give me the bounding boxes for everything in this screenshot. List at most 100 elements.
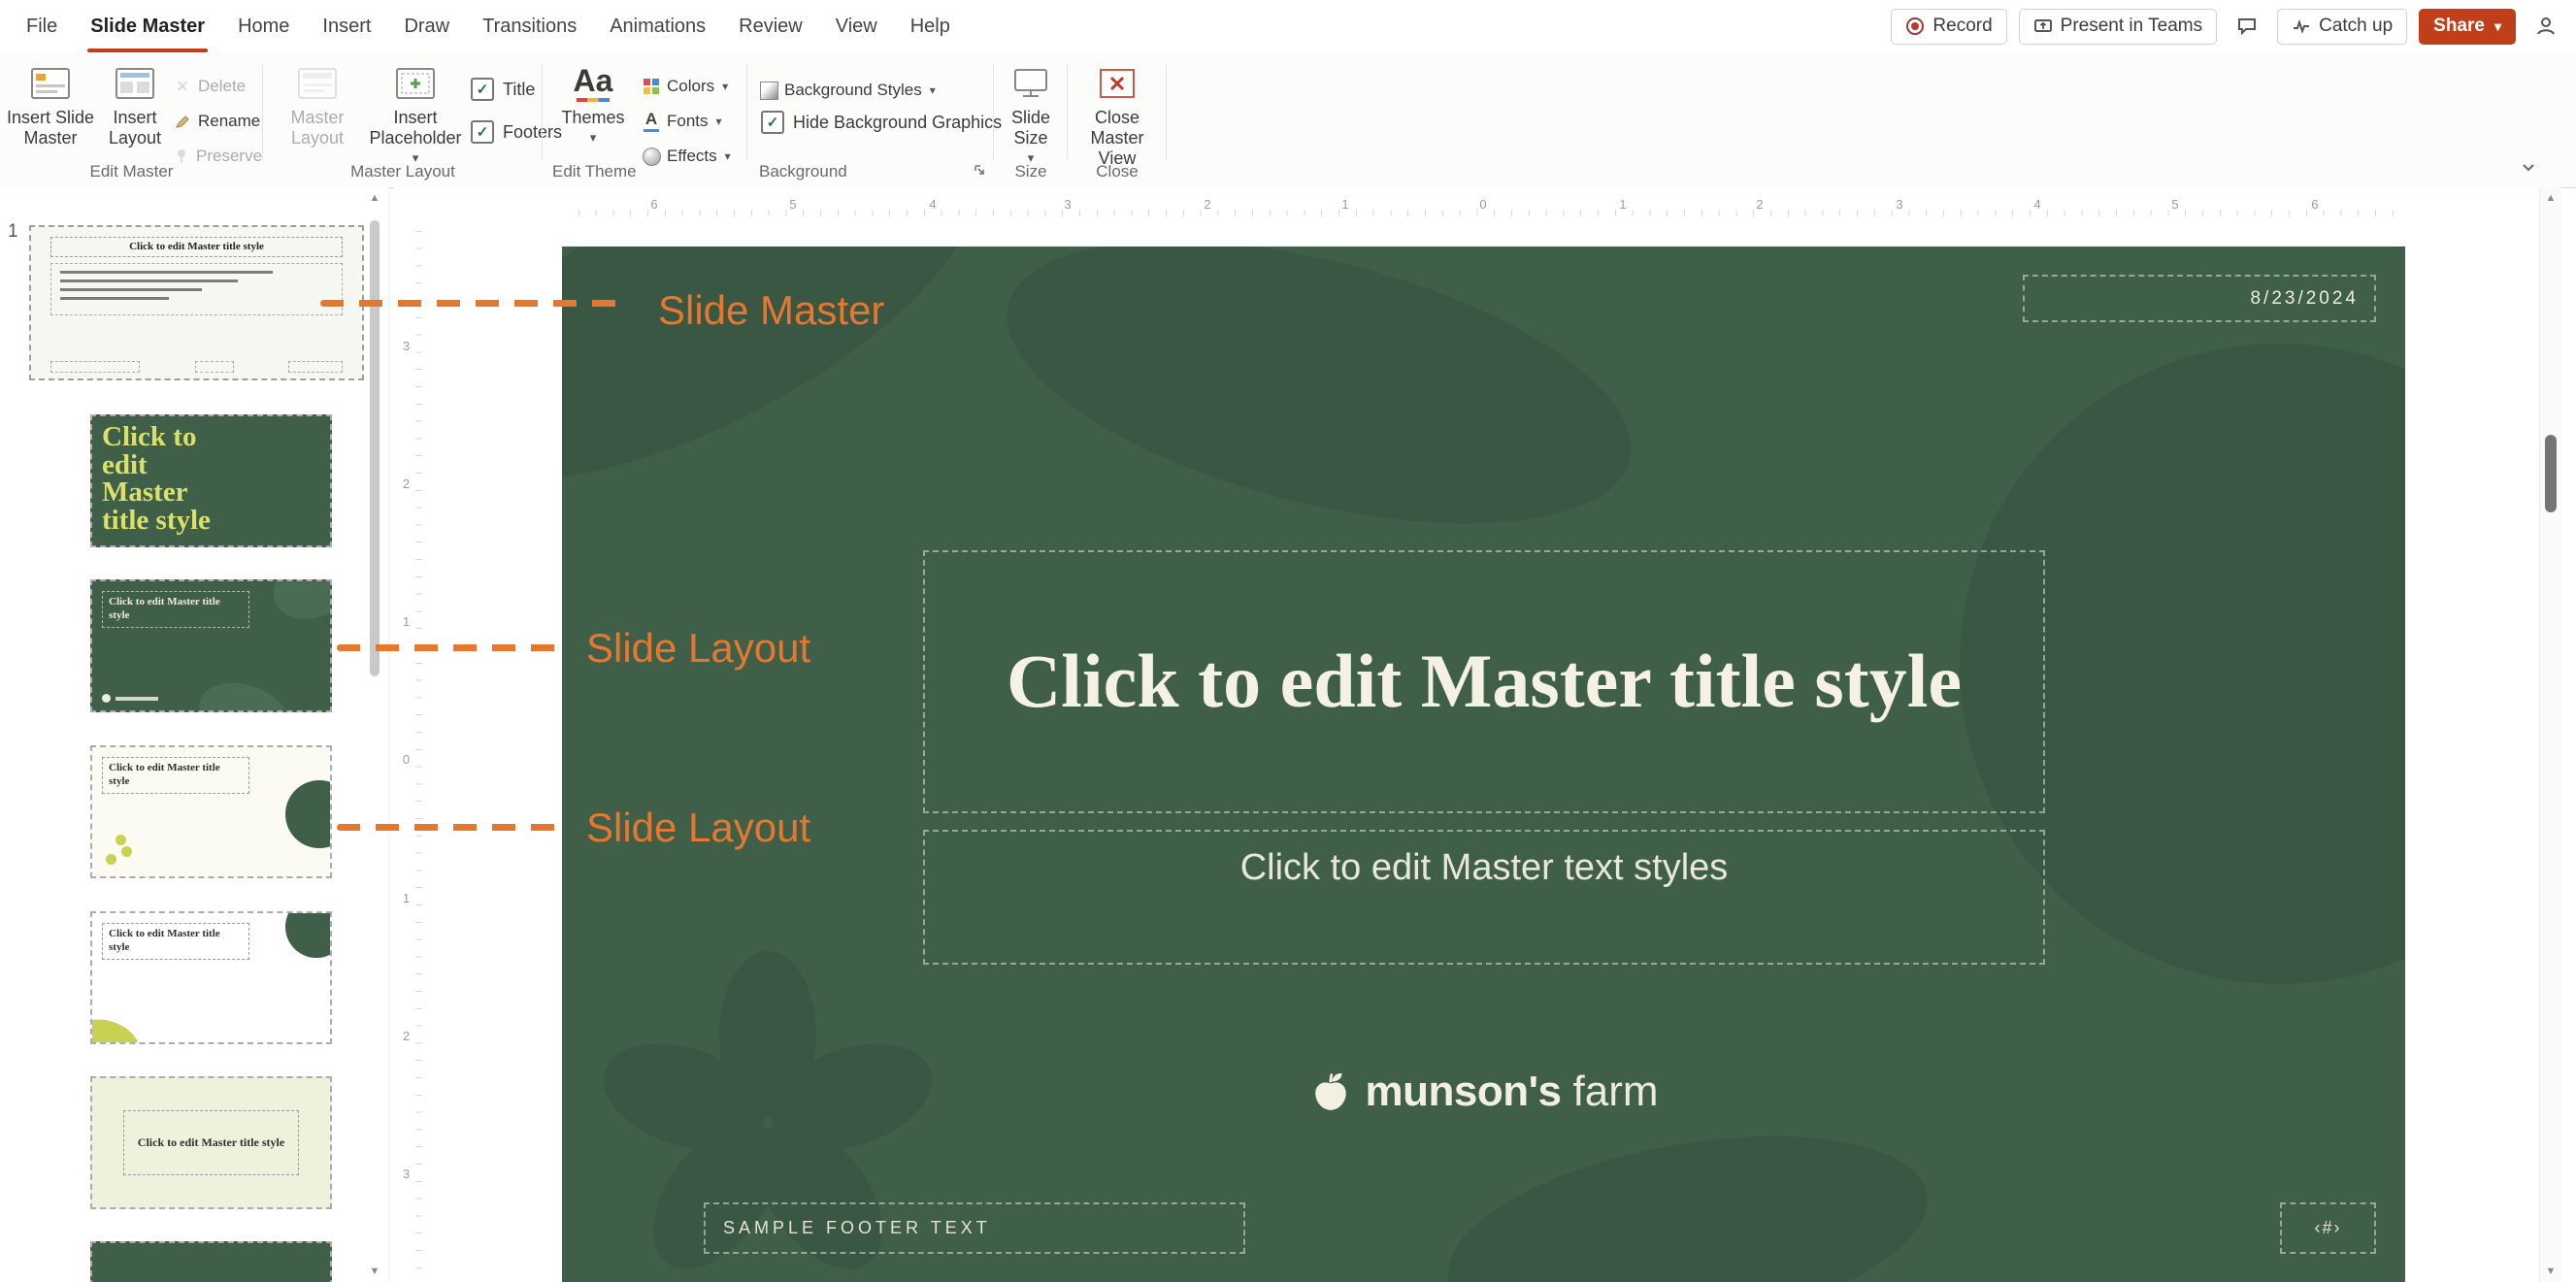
slide-number-text: ‹#› xyxy=(2315,1204,2342,1252)
title-checkbox-label: Title xyxy=(503,80,535,100)
thumbnail-title-placeholder: Click to edit Master title style xyxy=(123,1110,299,1175)
powerpoint-window: File Slide Master Home Insert Draw Trans… xyxy=(0,0,2576,1282)
insert-layout-button[interactable]: Insert Layout xyxy=(99,58,171,179)
background-dialog-launcher-icon[interactable] xyxy=(973,163,986,181)
share-button[interactable]: Share ▾ xyxy=(2419,9,2516,45)
footer-placeholder[interactable]: SAMPLE FOOTER TEXT xyxy=(704,1202,1245,1254)
fonts-label: Fonts xyxy=(667,112,709,131)
thumbnail-layout-3[interactable]: Click to edit Master title style xyxy=(90,745,332,878)
date-placeholder[interactable]: 8/23/2024 xyxy=(2023,275,2376,322)
slide-thumbnail-panel: 1 Click to edit Master title style Click… xyxy=(0,187,389,1282)
thumbnail-layout-1[interactable]: Click to edit Master title style xyxy=(90,414,332,547)
close-master-view-icon xyxy=(1100,64,1135,103)
hide-background-graphics-checkbox[interactable]: ✓ Hide Background Graphics xyxy=(761,111,1002,134)
rename-button[interactable]: Rename xyxy=(173,105,262,138)
body-placeholder[interactable]: Click to edit Master text styles xyxy=(923,830,2045,965)
present-in-teams-button[interactable]: Present in Teams xyxy=(2019,9,2217,45)
dropdown-chevron-icon: ▾ xyxy=(722,80,728,93)
master-layout-icon xyxy=(298,64,337,103)
scroll-up-icon[interactable]: ▲ xyxy=(367,192,382,204)
delete-icon: × xyxy=(173,76,192,97)
comments-button[interactable] xyxy=(2229,9,2265,45)
thumbnail-layout-2[interactable]: Click to edit Master title style xyxy=(90,579,332,712)
comment-icon xyxy=(2236,16,2258,37)
rename-label: Rename xyxy=(198,112,260,131)
leaf-decoration xyxy=(263,579,332,632)
tab-insert[interactable]: Insert xyxy=(306,0,387,52)
slide-size-icon xyxy=(1011,64,1050,103)
thumbnail-slide-master[interactable]: Click to edit Master title style xyxy=(29,225,364,380)
present-in-teams-icon xyxy=(2033,16,2053,36)
themes-icon: Aa xyxy=(574,64,613,103)
master-layout-button[interactable]: Master Layout xyxy=(271,58,364,179)
thumbnail-logo-text xyxy=(116,697,158,701)
group-label-master-layout: Master Layout xyxy=(263,162,543,181)
record-icon xyxy=(1905,16,1925,36)
themes-label: Themes xyxy=(561,108,624,128)
insert-placeholder-button[interactable]: Insert Placeholder ▾ xyxy=(366,58,465,179)
group-label-background: Background xyxy=(759,162,847,181)
insert-placeholder-icon xyxy=(396,64,435,103)
thumbnail-scrollbar-thumb[interactable] xyxy=(370,220,380,676)
catch-up-button[interactable]: Catch up xyxy=(2277,9,2407,45)
title-placeholder[interactable]: Click to edit Master title style xyxy=(923,550,2045,813)
people-button[interactable] xyxy=(2527,9,2564,45)
thumbnail-layout-5[interactable]: Click to edit Master title style xyxy=(90,1076,332,1209)
tab-view[interactable]: View xyxy=(819,0,894,52)
scroll-down-icon[interactable]: ▼ xyxy=(367,1266,382,1277)
tab-help[interactable]: Help xyxy=(894,0,967,52)
scroll-up-icon[interactable]: ▲ xyxy=(2540,192,2561,204)
themes-button[interactable]: Aa Themes ▾ xyxy=(550,58,636,179)
ribbon-group-edit-master: Insert Slide Master Insert Layout × Dele… xyxy=(0,52,263,187)
person-icon xyxy=(2535,16,2557,37)
group-divider xyxy=(1166,64,1167,160)
tab-home[interactable]: Home xyxy=(221,0,306,52)
thumbnail-title-placeholder: Click to edit Master title style xyxy=(50,237,342,257)
close-master-view-button[interactable]: Close Master View xyxy=(1071,58,1164,179)
insert-placeholder-label: Insert Placeholder xyxy=(366,108,465,148)
delete-button[interactable]: × Delete xyxy=(173,70,262,103)
close-master-view-label: Close Master View xyxy=(1071,108,1164,169)
main-scrollbar-thumb[interactable] xyxy=(2545,435,2557,512)
main-vertical-scrollbar[interactable]: ▲ ▼ xyxy=(2539,187,2561,1282)
edit-master-small-buttons: × Delete Rename Preserve xyxy=(173,70,262,175)
scroll-down-icon[interactable]: ▼ xyxy=(2540,1266,2561,1277)
hide-background-graphics-label: Hide Background Graphics xyxy=(793,113,1002,133)
fonts-button[interactable]: A Fonts ▾ xyxy=(642,105,746,138)
annotation-slide-layout-2: Slide Layout xyxy=(586,805,810,851)
tab-file[interactable]: File xyxy=(10,0,74,52)
thumbnail-scrollbar[interactable]: ▲ ▼ xyxy=(367,187,382,1282)
annotation-line-slide-layout-1 xyxy=(337,644,565,651)
edit-theme-small-buttons: Colors ▾ A Fonts ▾ Effects ▾ xyxy=(642,70,746,175)
thumbnail-layout-4[interactable]: Click to edit Master title style xyxy=(90,911,332,1044)
background-styles-button[interactable]: Background Styles ▾ xyxy=(759,74,936,107)
thumbnail-layout-6[interactable] xyxy=(90,1241,332,1282)
slide-master-editing-surface[interactable]: 8/23/2024 Click to edit Master title sty… xyxy=(562,247,2405,1282)
tab-slide-master[interactable]: Slide Master xyxy=(74,0,221,52)
share-label: Share xyxy=(2433,16,2485,37)
tab-transitions[interactable]: Transitions xyxy=(466,0,593,52)
tab-animations[interactable]: Animations xyxy=(593,0,722,52)
slide-number-placeholder[interactable]: ‹#› xyxy=(2280,1202,2376,1254)
insert-slide-master-button[interactable]: Insert Slide Master xyxy=(2,58,99,179)
thumbnail-title-placeholder: Click to edit Master title style xyxy=(102,757,249,794)
ribbon-group-close: Close Master View Close xyxy=(1068,52,1167,187)
thumbnail-logo-icon xyxy=(102,694,111,703)
insert-slide-master-icon xyxy=(31,64,70,103)
tab-draw[interactable]: Draw xyxy=(387,0,466,52)
logo-text-regular: farm xyxy=(1573,1068,1659,1116)
record-button[interactable]: Record xyxy=(1891,9,2006,45)
background-styles-icon xyxy=(759,82,778,100)
title-checkbox[interactable]: ✓ Title xyxy=(471,78,535,101)
slide-size-button[interactable]: Slide Size ▾ xyxy=(996,58,1066,179)
tab-review[interactable]: Review xyxy=(722,0,819,52)
vertical-ruler: 3 2 1 0 1 2 3 xyxy=(394,187,427,1282)
dropdown-chevron-icon: ▾ xyxy=(2494,18,2501,35)
present-in-teams-label: Present in Teams xyxy=(2061,16,2202,37)
date-text: 8/23/2024 xyxy=(2250,277,2359,320)
colors-button[interactable]: Colors ▾ xyxy=(642,70,746,103)
colors-label: Colors xyxy=(667,77,714,96)
group-label-close: Close xyxy=(1068,162,1167,181)
effects-button[interactable]: Effects ▾ xyxy=(642,140,746,173)
collapse-ribbon-button[interactable] xyxy=(2520,161,2537,180)
